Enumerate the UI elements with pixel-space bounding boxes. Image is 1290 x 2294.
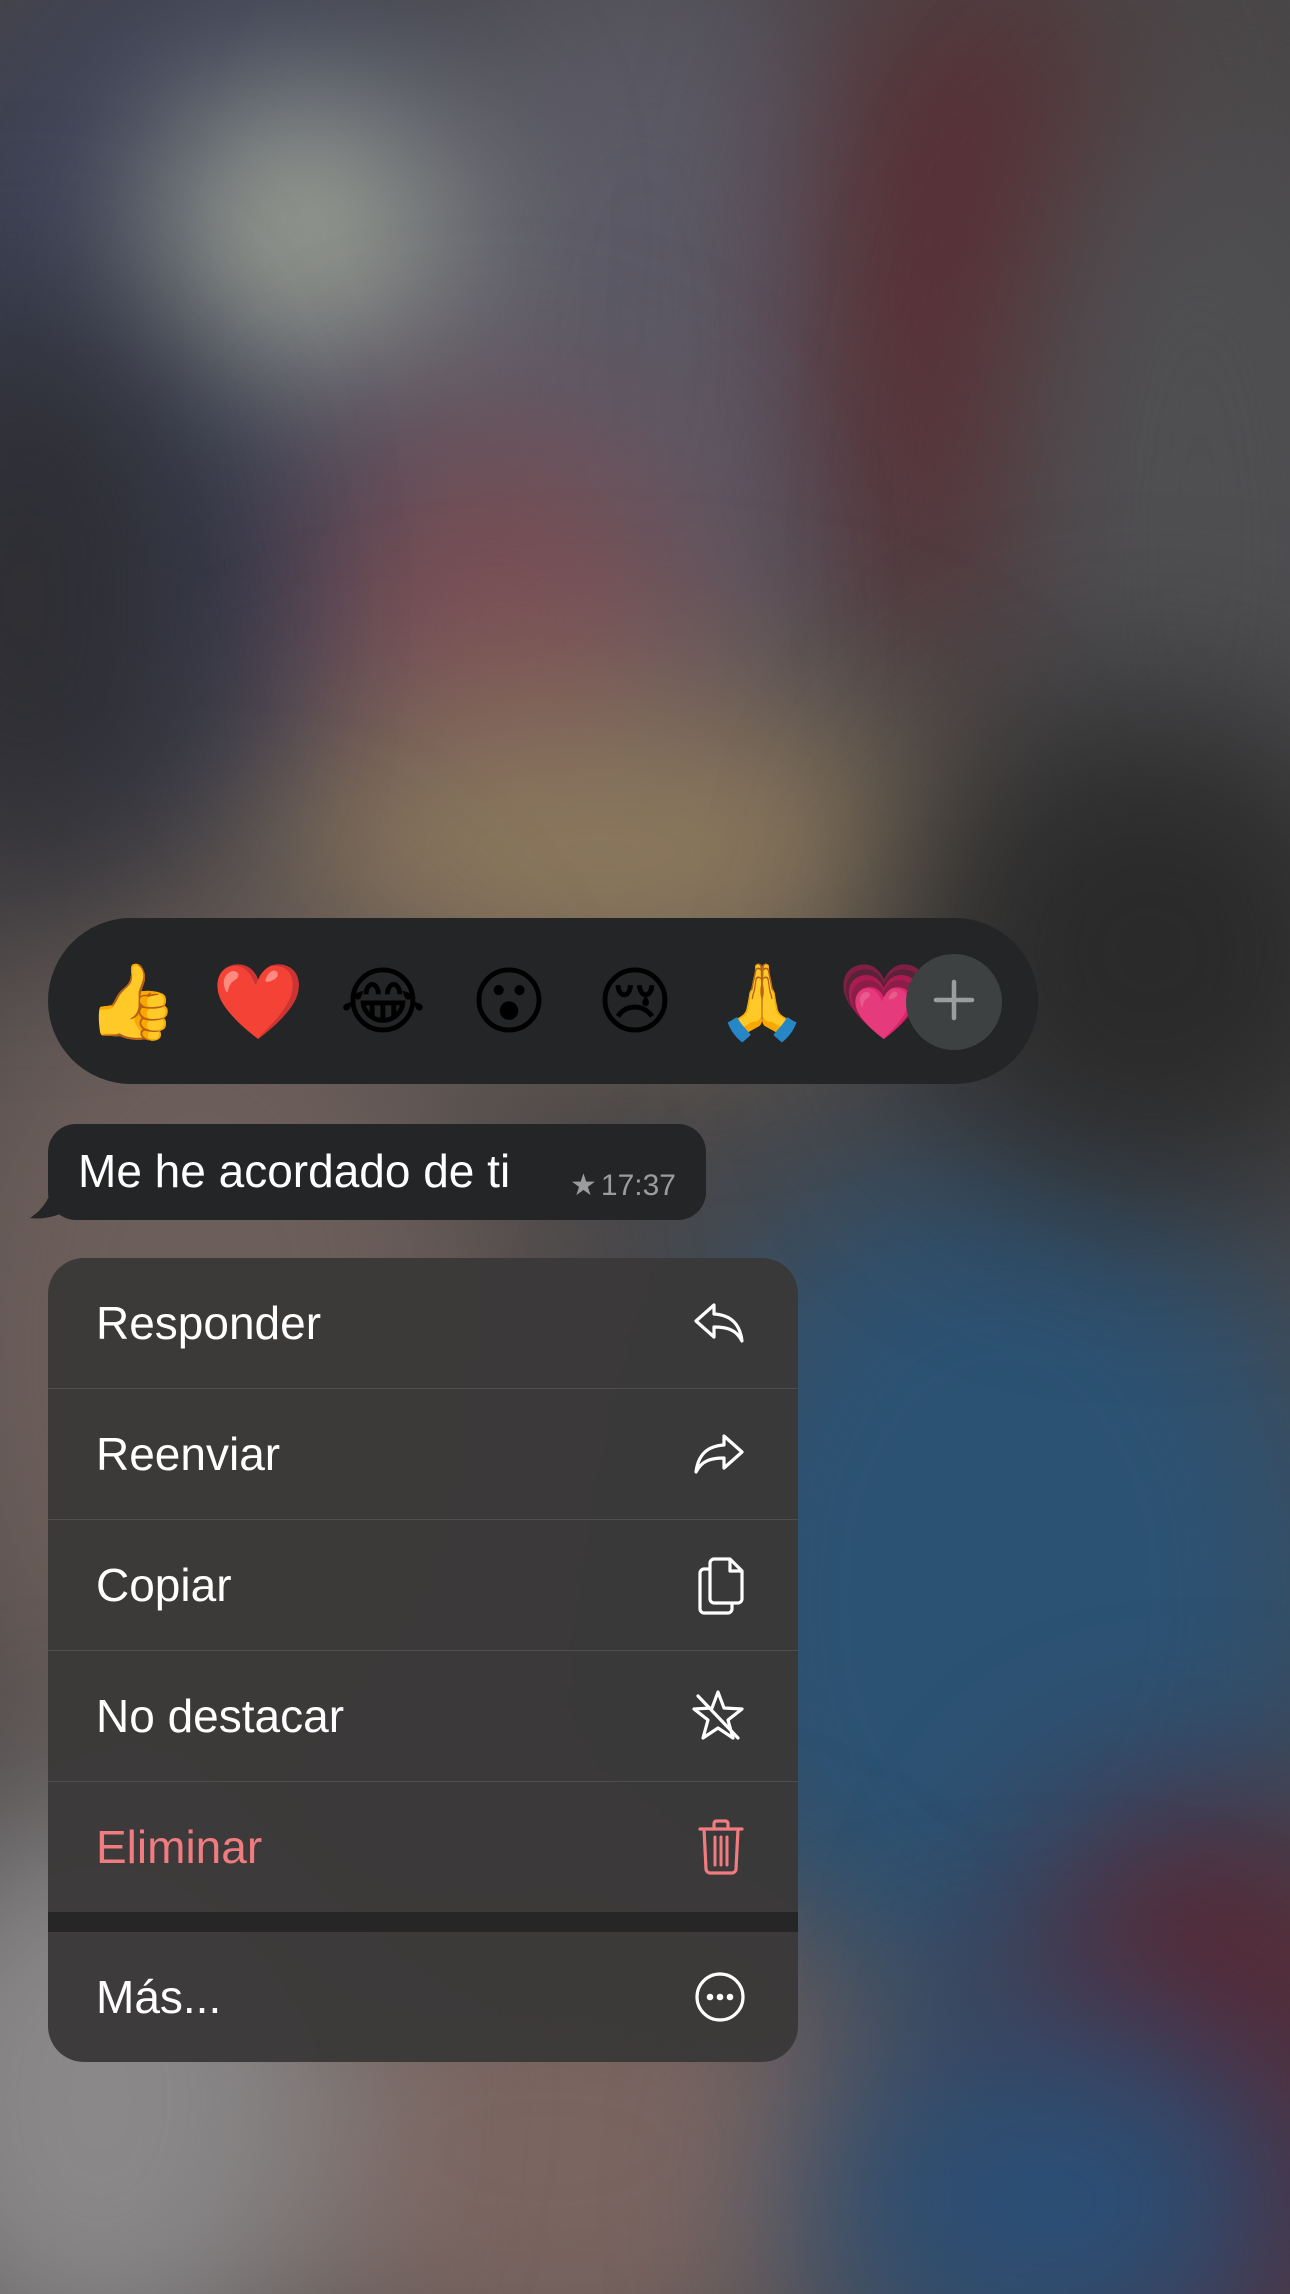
menu-item-label: Reenviar — [96, 1428, 281, 1480]
menu-item-eliminar[interactable]: Eliminar — [48, 1782, 798, 1912]
menu-item-mas[interactable]: Más... — [48, 1932, 798, 2062]
message-time: 17:37 — [600, 1168, 676, 1202]
reply-icon — [692, 1299, 746, 1347]
forward-icon — [692, 1430, 746, 1478]
context-menu: Responder Reenviar Copiar No destacar El… — [48, 1258, 798, 2062]
message-bubble[interactable]: Me he acordado de ti ★ 17:37 — [48, 1124, 706, 1220]
menu-item-label: Más... — [96, 1971, 222, 2023]
menu-item-label: Responder — [96, 1297, 322, 1349]
message-text: Me he acordado de ti — [78, 1145, 511, 1197]
message-meta: ★ 17:37 — [570, 1168, 676, 1203]
reaction-folded-hands[interactable]: 🙏 — [716, 960, 808, 1044]
menu-item-no-destacar[interactable]: No destacar — [48, 1651, 798, 1781]
menu-item-label: Copiar — [96, 1559, 232, 1611]
reaction-surprised-face[interactable]: 😮 — [464, 960, 554, 1044]
plus-icon — [930, 976, 978, 1029]
reaction-thumbs-up[interactable]: 👍 — [86, 960, 178, 1044]
menu-item-reenviar[interactable]: Reenviar — [48, 1389, 798, 1519]
trash-icon — [696, 1819, 746, 1875]
unstar-icon — [690, 1688, 746, 1744]
reaction-red-heart[interactable]: ❤️ — [212, 960, 304, 1044]
reaction-crying-face[interactable]: 😢 — [590, 960, 680, 1044]
copy-icon — [696, 1555, 746, 1615]
menu-item-label: Eliminar — [96, 1821, 263, 1873]
add-reaction-button[interactable] — [906, 954, 1002, 1050]
menu-separator — [48, 1912, 798, 1932]
menu-item-copiar[interactable]: Copiar — [48, 1520, 798, 1650]
reaction-tears-of-joy[interactable]: 😂 — [338, 960, 428, 1044]
menu-item-label: No destacar — [96, 1690, 345, 1742]
menu-item-responder[interactable]: Responder — [48, 1258, 798, 1388]
more-icon — [694, 1971, 746, 2023]
reaction-bar: 👍 ❤️ 😂 😮 😢 🙏 💗 — [48, 918, 1038, 1084]
star-icon: ★ — [570, 1169, 597, 1202]
